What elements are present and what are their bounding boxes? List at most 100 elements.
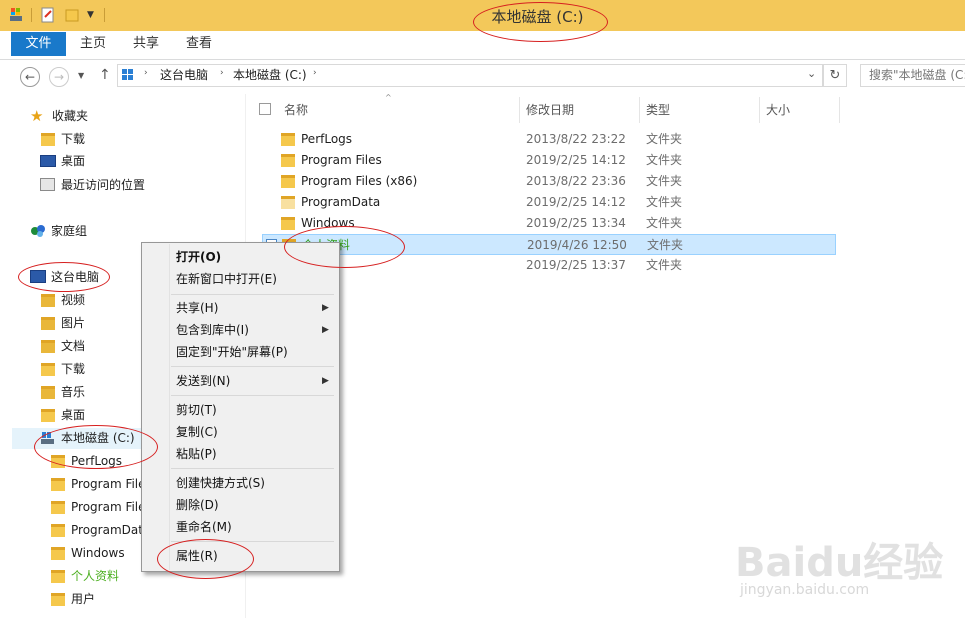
- menu-separator: [171, 395, 334, 396]
- pc-icon: [121, 68, 135, 82]
- submenu-arrow-icon: ▶: [322, 325, 329, 335]
- downloads-icon: [41, 363, 55, 376]
- menu-share[interactable]: 共享(H): [176, 298, 218, 318]
- column-date[interactable]: 修改日期: [526, 100, 574, 120]
- nav-personal[interactable]: 个人资料: [71, 566, 119, 586]
- annotation-ellipse: [473, 2, 608, 42]
- folder-icon: [51, 547, 65, 560]
- menu-cut[interactable]: 剪切(T): [176, 400, 217, 420]
- file-name: Program Files (x86): [301, 174, 418, 188]
- breadcrumb-chevron-icon[interactable]: ›: [313, 68, 317, 78]
- nav-fav-recent[interactable]: 最近访问的位置: [61, 175, 145, 195]
- file-row[interactable]: Program Files (x86) 2013/8/22 23:36 文件夹: [262, 171, 836, 192]
- downloads-icon: [41, 133, 55, 146]
- watermark-logo: Baidu经验: [735, 540, 944, 586]
- nav-documents[interactable]: 文档: [61, 336, 85, 356]
- menu-include-library[interactable]: 包含到库中(I): [176, 320, 249, 340]
- column-divider[interactable]: [839, 97, 840, 123]
- breadcrumb-chevron-icon[interactable]: ›: [220, 68, 224, 78]
- column-type[interactable]: 类型: [646, 100, 670, 120]
- menu-send-to[interactable]: 发送到(N): [176, 371, 230, 391]
- annotation-ellipse: [284, 226, 405, 268]
- folder-icon: [51, 593, 65, 606]
- folder-icon: [51, 501, 65, 514]
- pictures-icon: [41, 317, 55, 330]
- column-size[interactable]: 大小: [766, 100, 790, 120]
- menu-gutter: [169, 244, 170, 570]
- address-dropdown-icon[interactable]: ⌄: [807, 67, 816, 80]
- breadcrumb-chevron-icon[interactable]: ›: [144, 68, 148, 78]
- file-type: 文件夹: [647, 238, 684, 252]
- folder-icon: [281, 175, 295, 188]
- column-divider[interactable]: [519, 97, 520, 123]
- breadcrumb-drive[interactable]: 本地磁盘 (C:): [233, 66, 307, 83]
- nav-program-files-x86[interactable]: Program File: [71, 497, 146, 517]
- tab-file[interactable]: 文件: [11, 32, 66, 56]
- file-row[interactable]: Program Files 2019/2/25 14:12 文件夹: [262, 150, 836, 171]
- videos-icon: [41, 294, 55, 307]
- menu-create-shortcut[interactable]: 创建快捷方式(S): [176, 473, 265, 493]
- up-button[interactable]: ↑: [99, 67, 111, 83]
- menu-copy[interactable]: 复制(C): [176, 422, 218, 442]
- file-date: 2019/2/25 14:12: [526, 153, 626, 167]
- sort-asc-icon: ^: [385, 93, 392, 102]
- file-row[interactable]: ProgramData 2019/2/25 14:12 文件夹: [262, 192, 836, 213]
- watermark-url: jingyan.baidu.com: [740, 582, 870, 598]
- desktop-icon: [40, 155, 56, 167]
- nav-downloads[interactable]: 下载: [61, 359, 85, 379]
- menu-separator: [171, 468, 334, 469]
- menu-pin-start[interactable]: 固定到"开始"屏幕(P): [176, 342, 288, 362]
- file-date: 2019/4/26 12:50: [527, 238, 627, 252]
- tab-view[interactable]: 查看: [186, 32, 212, 56]
- nav-program-files[interactable]: Program File: [71, 474, 146, 494]
- recent-places-icon: [40, 178, 55, 191]
- folder-icon: [281, 154, 295, 167]
- menu-delete[interactable]: 删除(D): [176, 495, 219, 515]
- context-menu: [141, 242, 340, 572]
- tab-home[interactable]: 主页: [80, 32, 106, 56]
- menu-rename[interactable]: 重命名(M): [176, 517, 232, 537]
- file-type: 文件夹: [646, 258, 683, 272]
- recent-locations-icon[interactable]: ▼: [78, 71, 84, 80]
- menu-open-new-window[interactable]: 在新窗口中打开(E): [176, 269, 277, 289]
- nav-fav-downloads[interactable]: 下载: [61, 129, 85, 149]
- nav-desktop[interactable]: 桌面: [61, 405, 85, 425]
- menu-paste[interactable]: 粘贴(P): [176, 444, 217, 464]
- forward-button[interactable]: →: [49, 67, 69, 87]
- file-row[interactable]: PerfLogs 2013/8/22 23:22 文件夹: [262, 129, 836, 150]
- nav-videos[interactable]: 视频: [61, 290, 85, 310]
- folder-icon: [51, 524, 65, 537]
- nav-windows[interactable]: Windows: [71, 543, 125, 563]
- nav-favorites[interactable]: 收藏夹: [52, 106, 88, 126]
- file-type: 文件夹: [646, 174, 683, 188]
- desktop-folder-icon: [41, 409, 55, 422]
- folder-icon: [281, 196, 295, 209]
- menu-separator: [171, 366, 334, 367]
- menu-separator: [171, 294, 334, 295]
- file-date: 2019/2/25 13:37: [526, 258, 626, 272]
- menu-open[interactable]: 打开(O): [176, 247, 221, 267]
- nav-music[interactable]: 音乐: [61, 382, 85, 402]
- column-name[interactable]: 名称: [284, 100, 308, 120]
- documents-icon: [41, 340, 55, 353]
- submenu-arrow-icon: ▶: [322, 303, 329, 313]
- column-divider[interactable]: [639, 97, 640, 123]
- nav-programdata[interactable]: ProgramDat: [71, 520, 143, 540]
- breadcrumb-this-pc[interactable]: 这台电脑: [160, 66, 208, 83]
- nav-homegroup[interactable]: 家庭组: [51, 221, 87, 241]
- nav-pictures[interactable]: 图片: [61, 313, 85, 333]
- annotation-ellipse: [18, 262, 110, 292]
- file-type: 文件夹: [646, 132, 683, 146]
- star-icon: ★: [30, 107, 44, 125]
- select-all-checkbox[interactable]: [259, 103, 271, 115]
- nav-fav-desktop[interactable]: 桌面: [61, 151, 85, 171]
- back-button[interactable]: ←: [20, 67, 40, 87]
- tab-share[interactable]: 共享: [133, 32, 159, 56]
- column-divider[interactable]: [759, 97, 760, 123]
- music-icon: [41, 386, 55, 399]
- file-name: PerfLogs: [301, 132, 353, 146]
- search-input[interactable]: 搜索"本地磁盘 (C:)": [860, 64, 965, 87]
- nav-users[interactable]: 用户: [71, 589, 95, 609]
- file-type: 文件夹: [646, 195, 683, 209]
- refresh-button[interactable]: ↻: [823, 64, 847, 87]
